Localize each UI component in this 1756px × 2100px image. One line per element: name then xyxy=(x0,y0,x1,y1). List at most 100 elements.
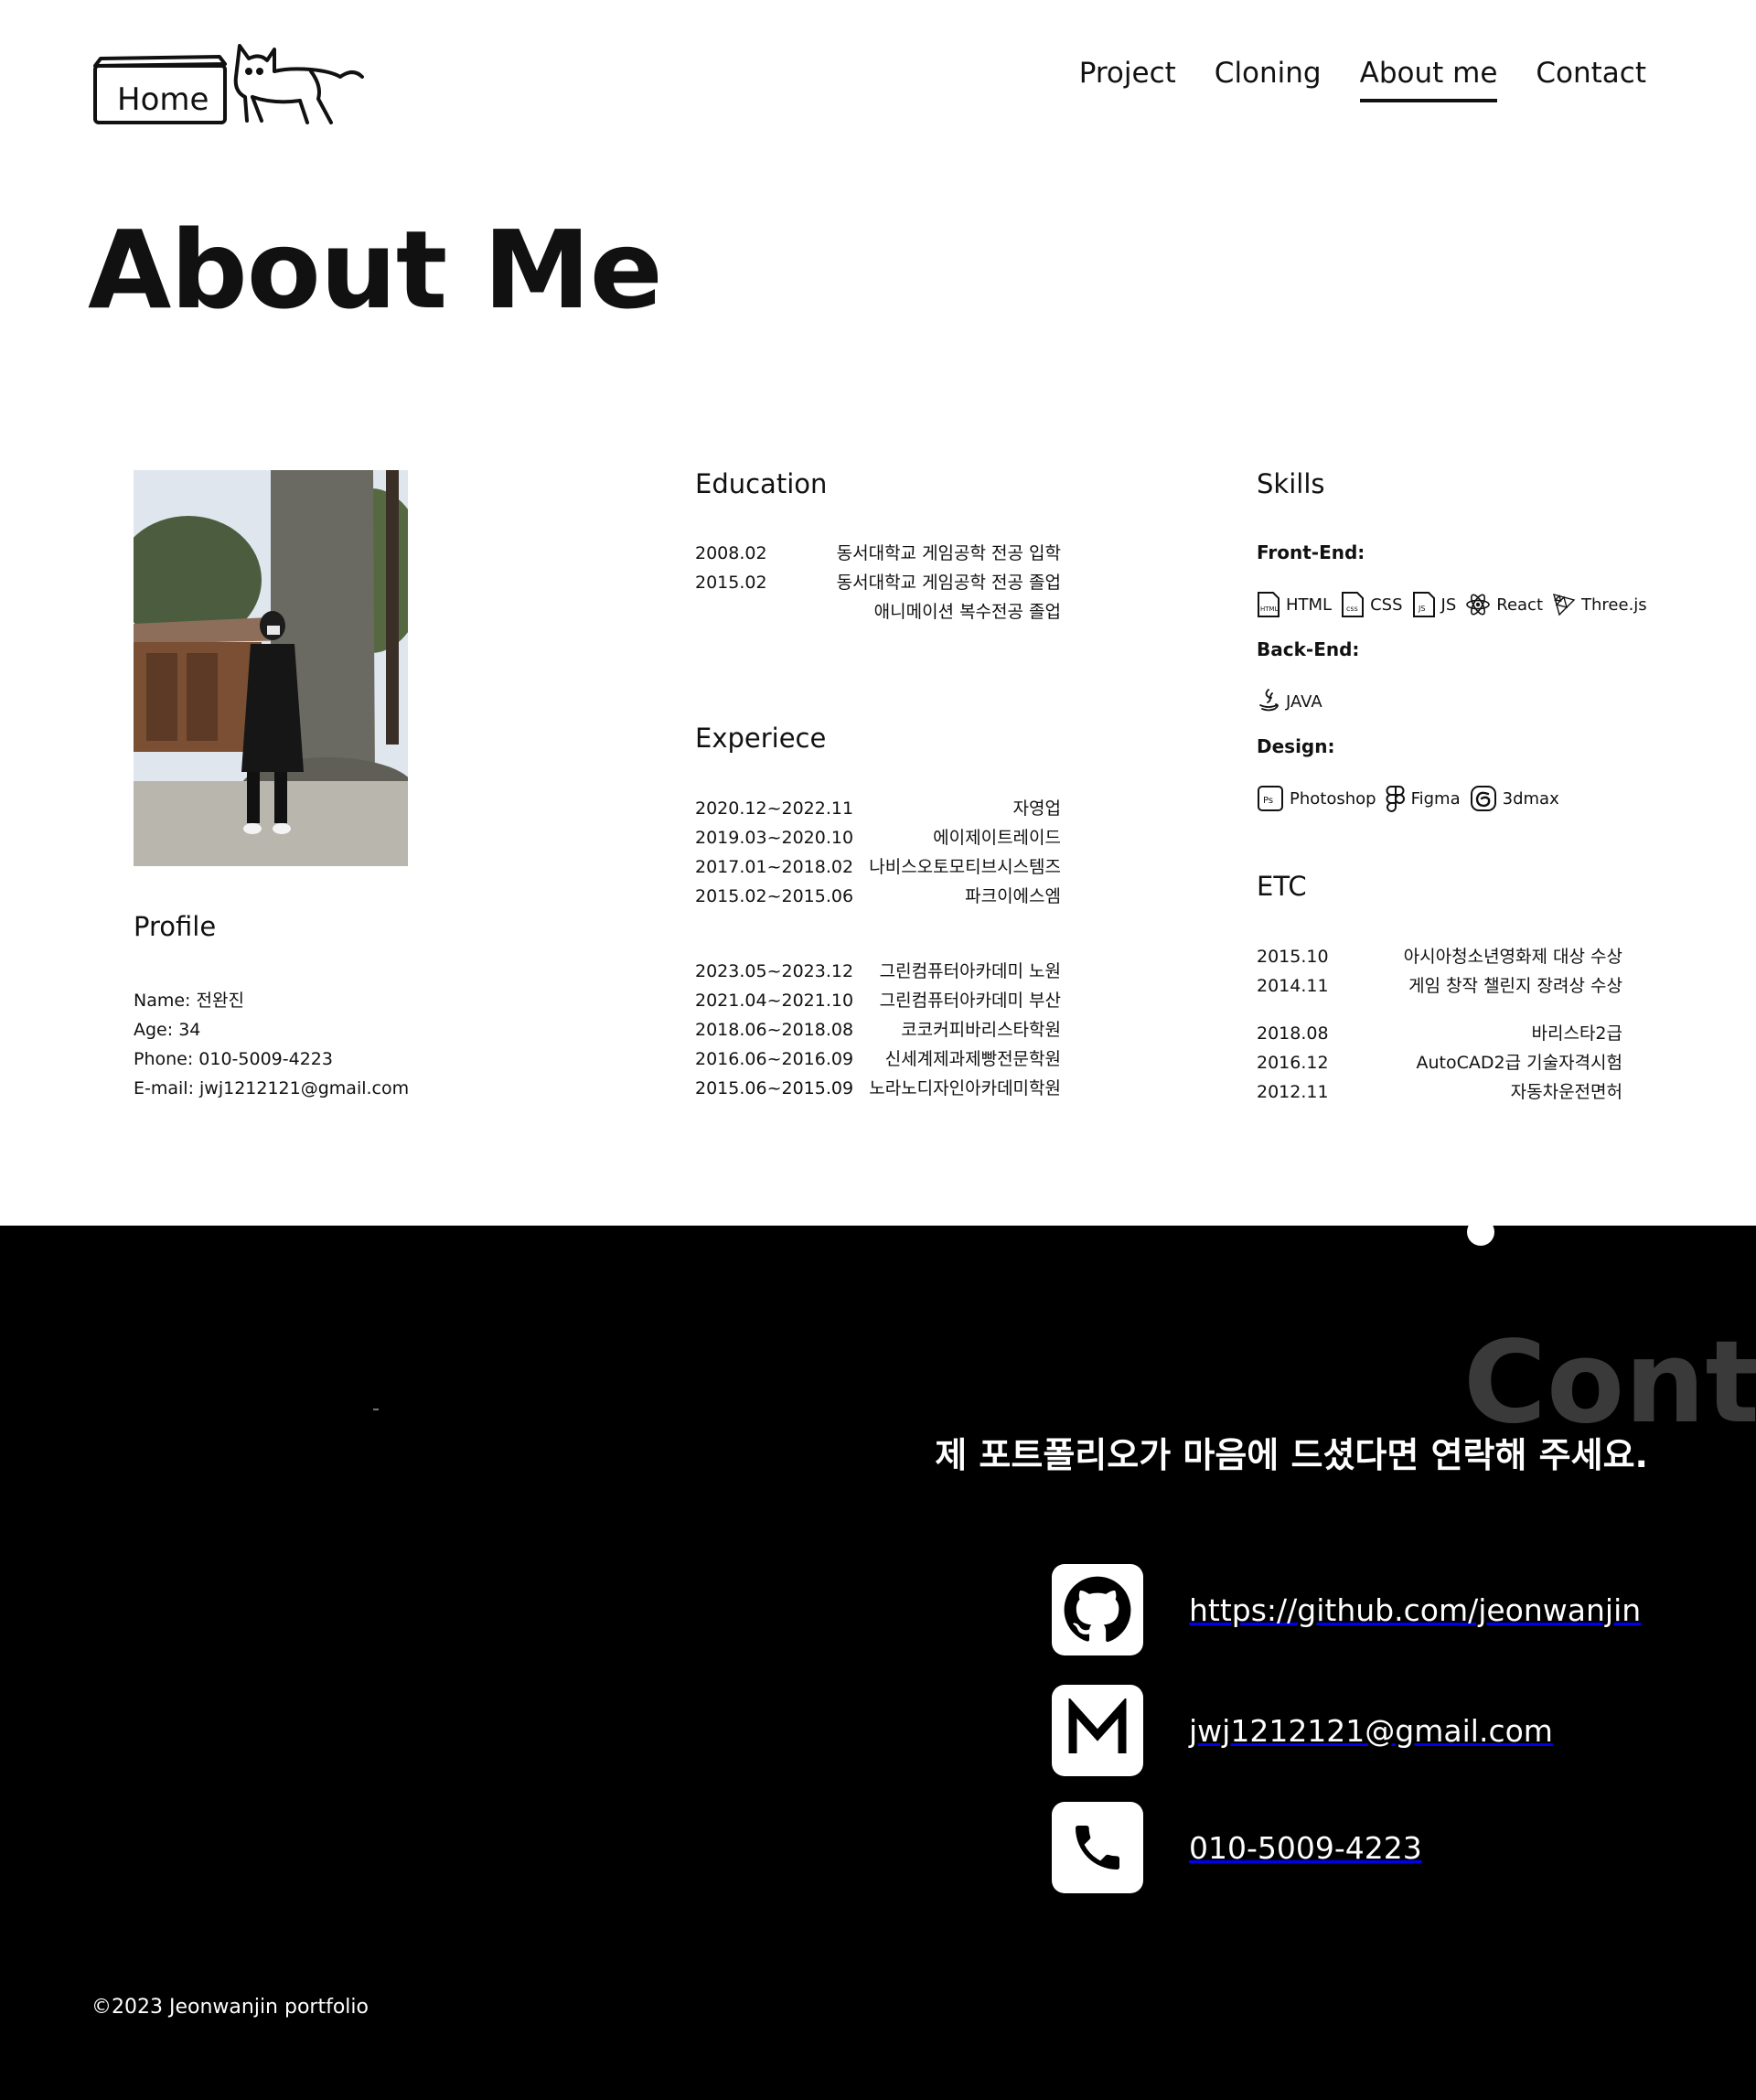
license-list: 2018.08 바리스타2급 2016.12 AutoCAD2급 기술자격시험 20… xyxy=(1257,1019,1622,1107)
education-row: 2015.02 동서대학교 게임공학 전공 졸업 xyxy=(695,568,1061,597)
profile-photo xyxy=(134,470,408,866)
github-link[interactable]: https://github.com/jeonwanjin xyxy=(1052,1564,1641,1655)
profile-name: Name: 전완진 xyxy=(134,991,244,1011)
license-date: 2018.08 xyxy=(1257,1023,1329,1044)
education-title: Education xyxy=(695,468,828,499)
experience-row: 2019.03~2020.10 에이제이트레이드 xyxy=(695,823,1061,852)
svg-text:css: css xyxy=(1346,605,1358,613)
skill-label: CSS xyxy=(1370,595,1403,615)
education-row: 2008.02 동서대학교 게임공학 전공 입학 xyxy=(695,539,1061,568)
training-date: 2018.06~2018.08 xyxy=(695,1020,854,1040)
education-list: 2008.02 동서대학교 게임공학 전공 입학 2015.02 동서대학교 게임공… xyxy=(695,539,1061,627)
home-logo-graphic: Home xyxy=(93,44,364,124)
experience-date: 2015.02~2015.06 xyxy=(695,886,854,906)
threejs-icon xyxy=(1553,594,1576,616)
css-file-icon: css xyxy=(1342,592,1365,617)
education-text: 애니메이션 복수전공 졸업 xyxy=(873,602,1061,622)
svg-text:JS: JS xyxy=(1418,605,1425,613)
backend-label: Back-End: xyxy=(1257,638,1360,660)
design-label: Design: xyxy=(1257,735,1335,757)
skill-label: Figma xyxy=(1410,788,1461,809)
svg-text:HTML: HTML xyxy=(1260,605,1279,613)
phone-icon xyxy=(1052,1802,1143,1893)
etc-date: 2014.11 xyxy=(1257,976,1329,996)
experience-text: 에이제이트레이드 xyxy=(933,828,1061,848)
experience-list: 2020.12~2022.11 자영업 2019.03~2020.10 에이제이트레… xyxy=(695,794,1061,911)
contact-message: 제 포트폴리오가 마음에 드셨다면 연락해 주세요. xyxy=(935,1435,1648,1475)
nav-cloning[interactable]: Cloning xyxy=(1215,57,1322,102)
nav-about-me[interactable]: About me xyxy=(1359,57,1498,102)
photoshop-icon: Ps xyxy=(1258,786,1283,811)
profile-age: Age: 34 xyxy=(134,1020,201,1040)
education-date: 2008.02 xyxy=(695,543,767,563)
github-icon xyxy=(1052,1564,1143,1655)
skill-label: 3dmax xyxy=(1502,788,1559,809)
training-date: 2015.06~2015.09 xyxy=(695,1078,854,1098)
cat-icon xyxy=(233,44,364,124)
phone-link[interactable]: 010-5009-4223 xyxy=(1052,1802,1422,1893)
skill-label: Three.js xyxy=(1581,595,1647,615)
skill-label: JS xyxy=(1440,595,1457,615)
home-logo[interactable]: Home xyxy=(91,40,368,132)
decorative-mark xyxy=(373,1409,379,1410)
skill-label: JAVA xyxy=(1286,691,1322,712)
profile-phone: Phone: 010-5009-4223 xyxy=(134,1049,333,1069)
education-text: 동서대학교 게임공학 전공 졸업 xyxy=(836,573,1061,593)
training-text: 신세계제과제빵전문학원 xyxy=(884,1049,1061,1069)
training-row: 2018.06~2018.08 코코커피바리스타학원 xyxy=(695,1015,1061,1045)
skill-html: HTML HTML xyxy=(1257,591,1332,618)
email-link[interactable]: jwj1212121@gmail.com xyxy=(1052,1685,1553,1776)
experience-row: 2020.12~2022.11 자영업 xyxy=(695,794,1061,823)
training-row: 2023.05~2023.12 그린컴퓨터아카데미 노원 xyxy=(695,957,1061,986)
license-row: 2018.08 바리스타2급 xyxy=(1257,1019,1622,1048)
experience-text: 나비스오토모티브시스템즈 xyxy=(869,857,1061,877)
license-date: 2016.12 xyxy=(1257,1053,1329,1073)
copyright: ©2023 Jeonwanjin portfolio xyxy=(91,1996,369,2019)
etc-row: 2014.11 게임 창작 챌린지 장려상 수상 xyxy=(1257,971,1622,1001)
skill-figma: Figma xyxy=(1386,785,1461,812)
training-date: 2023.05~2023.12 xyxy=(695,961,854,981)
license-text: 바리스타2급 xyxy=(1531,1023,1623,1044)
experience-date: 2019.03~2020.10 xyxy=(695,828,854,848)
page-title: About Me xyxy=(88,207,663,333)
training-text: 코코커피바리스타학원 xyxy=(901,1020,1061,1040)
skill-label: Photoshop xyxy=(1290,788,1376,809)
figma-icon xyxy=(1386,786,1405,812)
etc-row: 2015.10 아시아청소년영화제 대상 수상 xyxy=(1257,942,1622,971)
license-text: 자동차운전면허 xyxy=(1510,1082,1622,1102)
license-row: 2016.12 AutoCAD2급 기술자격시험 xyxy=(1257,1048,1622,1077)
skill-3dmax: 3dmax xyxy=(1470,785,1559,812)
skill-css: css CSS xyxy=(1341,591,1403,618)
cursor-dot xyxy=(1467,1226,1494,1246)
etc-text: 아시아청소년영화제 대상 수상 xyxy=(1403,947,1622,967)
education-row: 애니메이션 복수전공 졸업 xyxy=(695,597,1061,627)
email-address: jwj1212121@gmail.com xyxy=(1189,1712,1553,1749)
training-row: 2016.06~2016.09 신세계제과제빵전문학원 xyxy=(695,1045,1061,1074)
skill-threejs: Three.js xyxy=(1552,593,1647,616)
etc-date: 2015.10 xyxy=(1257,947,1329,967)
skill-react: React xyxy=(1465,592,1543,617)
education-text: 동서대학교 게임공학 전공 입학 xyxy=(836,543,1061,563)
mail-icon xyxy=(1052,1685,1143,1776)
experience-text: 파크이에스엠 xyxy=(965,886,1061,906)
license-text: AutoCAD2급 기술자격시험 xyxy=(1416,1053,1623,1073)
html-file-icon: HTML xyxy=(1258,592,1280,617)
nav-contact[interactable]: Contact xyxy=(1536,57,1646,102)
skill-label: React xyxy=(1496,595,1544,615)
js-file-icon: JS xyxy=(1412,592,1435,617)
training-text: 그린컴퓨터아카데미 부산 xyxy=(879,991,1061,1011)
phone-number: 010-5009-4223 xyxy=(1189,1829,1422,1866)
svg-text:Ps: Ps xyxy=(1263,796,1273,806)
skill-label: HTML xyxy=(1286,595,1333,615)
3dmax-icon xyxy=(1470,786,1496,811)
profile-email: E-mail: jwj1212121@gmail.com xyxy=(134,1078,410,1098)
etc-text: 게임 창작 챌린지 장려상 수상 xyxy=(1408,976,1622,996)
training-date: 2016.06~2016.09 xyxy=(695,1049,854,1069)
education-date: 2015.02 xyxy=(695,573,767,593)
experience-row: 2017.01~2018.02 나비스오토모티브시스템즈 xyxy=(695,852,1061,882)
etc-title: ETC xyxy=(1257,871,1307,902)
training-row: 2021.04~2021.10 그린컴퓨터아카데미 부산 xyxy=(695,986,1061,1015)
frontend-label: Front-End: xyxy=(1257,541,1365,563)
nav-project[interactable]: Project xyxy=(1079,57,1176,102)
training-text: 그린컴퓨터아카데미 노원 xyxy=(879,961,1061,981)
